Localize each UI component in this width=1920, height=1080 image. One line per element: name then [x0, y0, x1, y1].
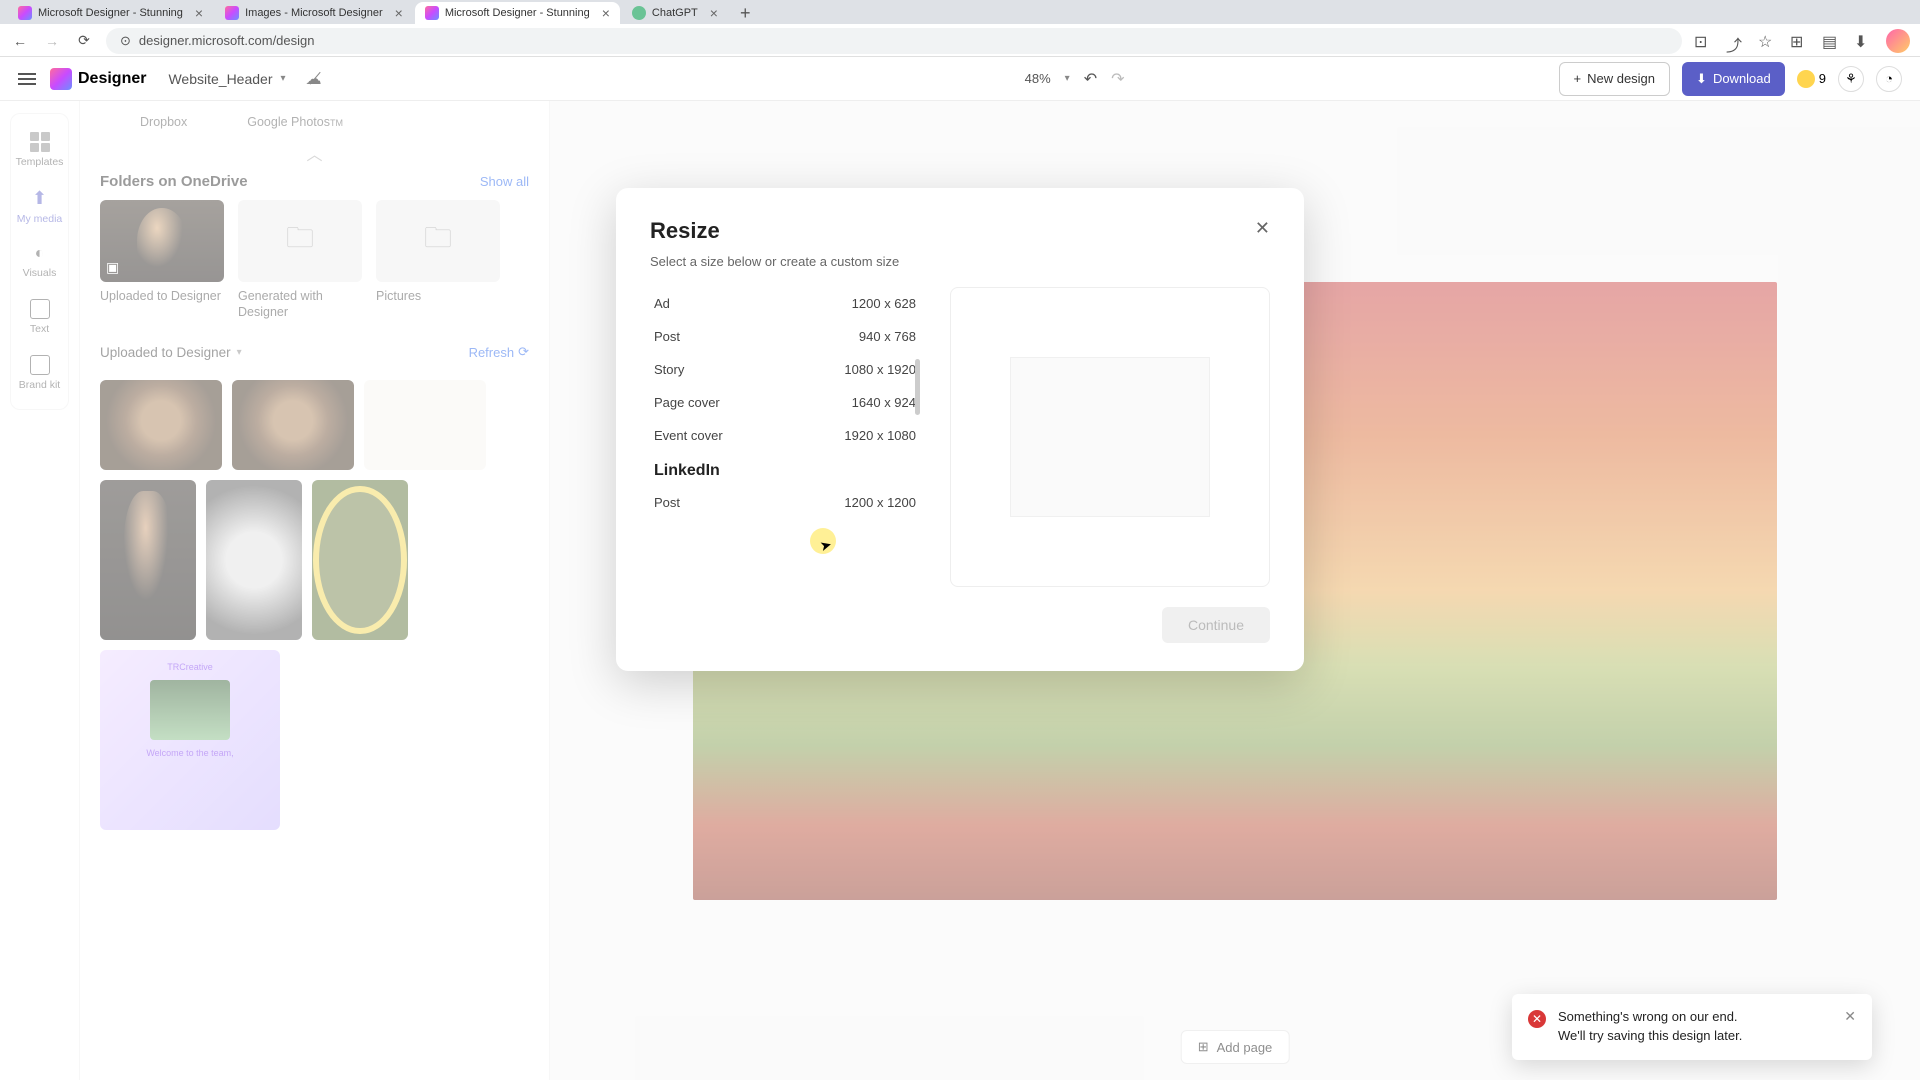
share-icon[interactable]: ⚘ [1838, 66, 1864, 92]
favicon-designer [225, 6, 239, 20]
modal-subtitle: Select a size below or create a custom s… [650, 254, 1270, 269]
close-icon[interactable]: ✕ [1255, 218, 1270, 239]
close-icon[interactable]: × [195, 5, 203, 21]
sync-status-icon: ☁̸ [306, 69, 322, 89]
project-name[interactable]: Website_Header ▾ [168, 71, 285, 87]
back-icon[interactable]: ← [10, 31, 30, 51]
error-icon: ✕ [1528, 1010, 1546, 1028]
account-icon[interactable]: ◔ [1876, 66, 1902, 92]
preview-placeholder [1010, 357, 1210, 517]
tab-bar: Microsoft Designer - Stunning × Images - … [0, 0, 1920, 24]
favicon-designer [18, 6, 32, 20]
logo-mark-icon [50, 68, 72, 90]
scrollbar-thumb[interactable] [915, 359, 920, 415]
tab-title: Images - Microsoft Designer [245, 7, 383, 19]
project-title: Website_Header [168, 71, 272, 87]
resize-preview [950, 287, 1270, 587]
brand-name: Designer [78, 70, 146, 88]
button-label: New design [1587, 71, 1655, 86]
download-button[interactable]: ⬇ Download [1682, 62, 1785, 96]
tab-title: ChatGPT [652, 7, 698, 19]
error-toast: ✕ Something's wrong on our end.We'll try… [1512, 994, 1872, 1060]
credits-badge[interactable]: 9 [1797, 70, 1826, 88]
size-option[interactable]: Event cover1920 x 1080 [650, 419, 920, 452]
size-option[interactable]: Story1080 x 1920 [650, 353, 920, 386]
url-input[interactable]: ⊙designer.microsoft.com/design [106, 28, 1682, 54]
chevron-down-icon[interactable]: ▾ [1065, 73, 1070, 84]
close-icon[interactable]: × [710, 5, 718, 21]
size-option[interactable]: Ad1200 x 628 [650, 287, 920, 320]
favicon-chatgpt [632, 6, 646, 20]
tab-title: Microsoft Designer - Stunning [445, 7, 590, 19]
size-group-linkedin: LinkedIn [650, 452, 920, 486]
menu-icon[interactable] [18, 73, 36, 85]
app-logo[interactable]: Designer [50, 68, 146, 90]
size-option[interactable]: Page cover1640 x 924 [650, 386, 920, 419]
undo-icon[interactable]: ↶ [1084, 69, 1097, 89]
modal-title: Resize [650, 218, 720, 244]
size-option[interactable]: Post1200 x 1200 [650, 486, 920, 519]
credit-icon [1797, 70, 1815, 88]
chevron-down-icon: ▾ [281, 73, 286, 84]
app-header: Designer Website_Header ▾ ☁̸ 48% ▾ ↶ ↷ + Ne… [0, 57, 1920, 101]
forward-icon[interactable]: → [42, 31, 62, 51]
button-label: Download [1713, 71, 1771, 86]
size-option[interactable]: Post940 x 768 [650, 320, 920, 353]
continue-button: Continue [1162, 607, 1270, 643]
zoom-level[interactable]: 48% [1025, 71, 1051, 86]
browser-tab[interactable]: ChatGPT × [622, 2, 728, 24]
redo-icon[interactable]: ↷ [1111, 69, 1124, 89]
size-list[interactable]: Ad1200 x 628 Post940 x 768 Story1080 x 1… [650, 287, 920, 567]
plus-icon: + [1574, 71, 1582, 86]
bookmarks-icon[interactable]: ▤ [1822, 32, 1840, 50]
close-icon[interactable]: × [602, 5, 610, 21]
reload-icon[interactable]: ⟳ [74, 31, 94, 51]
share-icon[interactable]: ⤴ [1726, 32, 1744, 50]
browser-tab[interactable]: Microsoft Designer - Stunning × [8, 2, 213, 24]
browser-tab-active[interactable]: Microsoft Designer - Stunning × [415, 2, 620, 24]
bookmark-icon[interactable]: ☆ [1758, 32, 1776, 50]
tab-title: Microsoft Designer - Stunning [38, 7, 183, 19]
toast-message: Something's wrong on our end.We'll try s… [1558, 1008, 1832, 1046]
address-bar: ← → ⟳ ⊙designer.microsoft.com/design ⊡ ⤴… [0, 24, 1920, 57]
new-design-button[interactable]: + New design [1559, 62, 1671, 96]
install-icon[interactable]: ⊡ [1694, 32, 1712, 50]
close-icon[interactable]: × [395, 5, 403, 21]
browser-chrome: Microsoft Designer - Stunning × Images - … [0, 0, 1920, 57]
browser-tab[interactable]: Images - Microsoft Designer × [215, 2, 413, 24]
url-text: designer.microsoft.com/design [139, 33, 315, 48]
downloads-icon[interactable]: ⬇ [1854, 32, 1872, 50]
new-tab-button[interactable]: + [730, 3, 761, 24]
resize-modal: Resize ✕ Select a size below or create a… [616, 188, 1304, 671]
favicon-designer [425, 6, 439, 20]
extensions-icon[interactable]: ⊞ [1790, 32, 1808, 50]
credit-count: 9 [1819, 71, 1826, 86]
profile-avatar[interactable] [1886, 29, 1910, 53]
close-icon[interactable]: ✕ [1844, 1008, 1856, 1025]
download-icon: ⬇ [1696, 71, 1707, 87]
